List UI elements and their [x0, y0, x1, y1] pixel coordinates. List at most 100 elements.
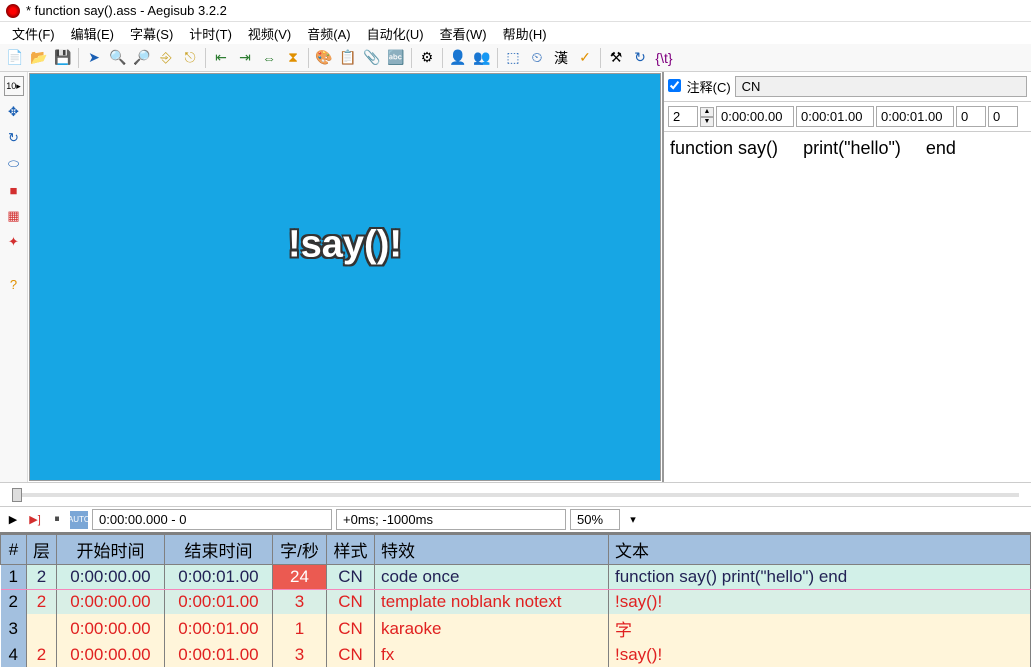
col-end[interactable]: 结束时间 [164, 535, 272, 565]
help-icon[interactable]: ? [4, 274, 24, 294]
menu-help[interactable]: 帮助(H) [497, 22, 553, 45]
cell-start: 0:00:00.00 [56, 614, 164, 643]
end-time-field[interactable] [796, 106, 874, 127]
col-text[interactable]: 文本 [608, 535, 1030, 565]
fonts-icon[interactable]: 🔤 [385, 47, 407, 69]
position-field[interactable] [92, 509, 332, 530]
scale-icon[interactable]: ■ [4, 180, 24, 200]
jump-icon[interactable]: ➤ [83, 47, 105, 69]
shift-icon[interactable]: ⧗ [282, 47, 304, 69]
new-file-icon[interactable]: 📄 [4, 47, 26, 69]
subtitle-text-editor[interactable]: function say() print("hello") end [664, 132, 1031, 482]
kanji-icon[interactable]: 漢 [550, 47, 572, 69]
titlebar: * function say().ass - Aegisub 3.2.2 [0, 0, 1031, 22]
move-icon[interactable]: ✥ [4, 102, 24, 122]
toolbar: 📄 📂 💾 ➤ 🔍 🔎 ⎆ ⎋ ⇤ ⇥ ⇔ ⧗ 🎨 📋 📎 🔤 ⚙ 👤 👥 ⬚ … [0, 44, 1031, 72]
cell-num: 1 [1, 565, 27, 590]
snap-end-icon[interactable]: ⇥ [234, 47, 256, 69]
assistant-icon[interactable]: 👤 [447, 47, 469, 69]
cell-layer: 2 [26, 643, 56, 667]
resample-icon[interactable]: ⬚ [502, 47, 524, 69]
grid-header: # 层 开始时间 结束时间 字/秒 样式 特效 文本 [1, 535, 1031, 565]
menu-timing[interactable]: 计时(T) [183, 22, 238, 45]
cell-end: 0:00:01.00 [164, 643, 272, 667]
col-cps[interactable]: 字/秒 [272, 535, 326, 565]
pause-icon[interactable]: ⏸ [48, 511, 66, 529]
options-icon[interactable]: ⚒ [605, 47, 627, 69]
cell-num: 3 [1, 614, 27, 643]
select-icon[interactable]: ⇔ [258, 47, 280, 69]
zoom-field[interactable] [570, 509, 620, 530]
save-file-icon[interactable]: 💾 [52, 47, 74, 69]
cell-text: !say()! [608, 590, 1030, 615]
margin-r-field[interactable] [988, 106, 1018, 127]
margin-l-field[interactable] [956, 106, 986, 127]
timing-icon[interactable]: ⏲ [526, 47, 548, 69]
seek-thumb[interactable] [12, 488, 22, 502]
comment-checkbox[interactable] [668, 79, 681, 92]
layer-field[interactable] [668, 106, 698, 127]
subtitle-grid: # 层 开始时间 结束时间 字/秒 样式 特效 文本 120:00:00.000… [0, 532, 1031, 667]
col-style[interactable]: 样式 [326, 535, 374, 565]
video-controls: ▶ ▶] ⏸ AUTO ▾ [0, 506, 1031, 532]
vector-clip-icon[interactable]: ✦ [4, 232, 24, 252]
zoom-out-icon[interactable]: 🔎 [131, 47, 153, 69]
start-time-field[interactable] [716, 106, 794, 127]
col-num[interactable]: # [1, 535, 27, 565]
table-row[interactable]: 30:00:00.000:00:01.001CNkaraoke字 [1, 614, 1031, 643]
cell-style: CN [326, 590, 374, 615]
menu-video[interactable]: 视频(V) [242, 22, 297, 45]
rotate-xy-icon[interactable]: ⬭ [4, 154, 24, 174]
cycle-icon[interactable]: ↻ [629, 47, 651, 69]
cell-start: 0:00:00.00 [56, 590, 164, 615]
spellcheck-icon[interactable]: ✓ [574, 47, 596, 69]
cell-style: CN [326, 643, 374, 667]
table-row[interactable]: 120:00:00.000:00:01.0024CNcode oncefunct… [1, 565, 1031, 590]
cell-effect: fx [374, 643, 608, 667]
jump-sub-icon[interactable]: ⎋ [179, 47, 201, 69]
seek-slider[interactable] [12, 493, 1019, 497]
col-start[interactable]: 开始时间 [56, 535, 164, 565]
menu-edit[interactable]: 编辑(E) [65, 22, 120, 45]
cell-style: CN [326, 614, 374, 643]
menu-automation[interactable]: 自动化(U) [361, 22, 430, 45]
play-icon[interactable]: ▶ [4, 511, 22, 529]
menu-audio[interactable]: 音频(A) [301, 22, 356, 45]
autoscroll-icon[interactable]: AUTO [70, 511, 88, 529]
toggle-icon[interactable]: {\t} [653, 47, 675, 69]
cell-end: 0:00:01.00 [164, 614, 272, 643]
clip-icon[interactable]: ▦ [4, 206, 24, 226]
cell-effect: code once [374, 565, 608, 590]
properties-icon[interactable]: 📋 [337, 47, 359, 69]
table-row[interactable]: 420:00:00.000:00:01.003CNfx!say()! [1, 643, 1031, 667]
cell-layer: 2 [26, 565, 56, 590]
comment-checkbox-label[interactable]: 注释(C) [668, 77, 731, 96]
style-dropdown[interactable]: CN [735, 76, 1027, 97]
table-row[interactable]: 220:00:00.000:00:01.003CNtemplate noblan… [1, 590, 1031, 615]
menu-file[interactable]: 文件(F) [6, 22, 61, 45]
snap-start-icon[interactable]: ⇤ [210, 47, 232, 69]
offset-field[interactable] [336, 509, 566, 530]
style-manager-icon[interactable]: 🎨 [313, 47, 335, 69]
layer-spinner[interactable]: ▲▼ [700, 107, 714, 127]
col-effect[interactable]: 特效 [374, 535, 608, 565]
open-file-icon[interactable]: 📂 [28, 47, 50, 69]
cell-end: 0:00:01.00 [164, 565, 272, 590]
menu-view[interactable]: 查看(W) [434, 22, 493, 45]
duration-field[interactable] [876, 106, 954, 127]
rotate-z-icon[interactable]: ↻ [4, 128, 24, 148]
zoom-in-icon[interactable]: 🔍 [107, 47, 129, 69]
jump-video-icon[interactable]: ⎆ [155, 47, 177, 69]
automation-icon[interactable]: ⚙ [416, 47, 438, 69]
assistant2-icon[interactable]: 👥 [471, 47, 493, 69]
play-line-icon[interactable]: ▶] [26, 511, 44, 529]
app-icon [6, 4, 20, 18]
attachments-icon[interactable]: 📎 [361, 47, 383, 69]
cursor-icon[interactable]: 10▸ [4, 76, 24, 96]
video-canvas[interactable]: !say()! [29, 73, 661, 481]
video-area: !say()! [28, 72, 663, 482]
menu-subtitle[interactable]: 字幕(S) [124, 22, 179, 45]
zoom-dropdown-icon[interactable]: ▾ [624, 511, 642, 529]
cell-cps: 1 [272, 614, 326, 643]
col-layer[interactable]: 层 [26, 535, 56, 565]
